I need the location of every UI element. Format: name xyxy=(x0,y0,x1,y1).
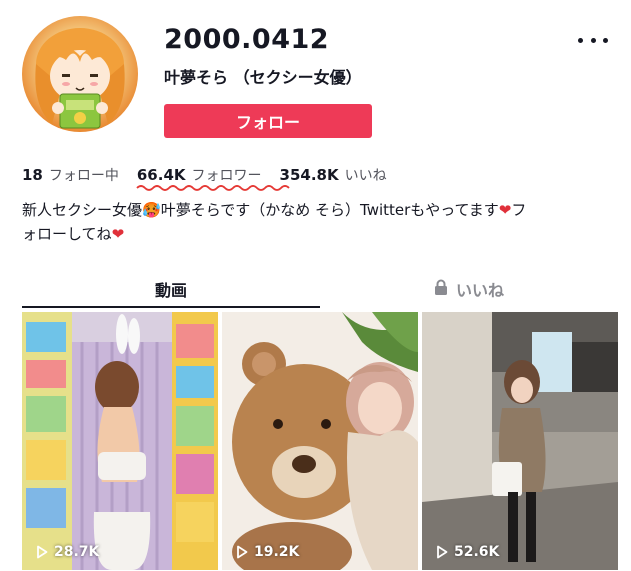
follow-button[interactable]: フォロー xyxy=(164,104,372,138)
bio: 新人セクシー女優🥵叶夢そらです（かなめ そら）Twitterもやってます❤フ ォ… xyxy=(22,198,612,246)
view-count: 52.6K xyxy=(436,544,499,560)
video-thumbnail-image xyxy=(422,312,618,570)
tab-videos[interactable]: 動画 xyxy=(22,268,320,310)
heart-icon: ❤ xyxy=(111,225,125,243)
likes-stat: 354.8K いいね xyxy=(280,165,387,185)
active-tab-indicator xyxy=(22,306,320,308)
play-icon xyxy=(37,545,48,559)
video-thumbnail[interactable]: 19.2K xyxy=(222,312,418,570)
avatar[interactable] xyxy=(22,16,138,132)
play-icon xyxy=(237,545,248,559)
view-count-text: 28.7K xyxy=(54,544,100,560)
more-dot xyxy=(603,37,608,43)
tab-liked[interactable]: いいね xyxy=(320,268,618,310)
bio-text-4: ォローしてね xyxy=(22,225,112,243)
tab-liked-label: いいね xyxy=(455,281,504,300)
bio-text-3: フ xyxy=(511,201,527,219)
content-tabs: 動画 いいね xyxy=(22,268,618,310)
bio-text-1: 新人セクシー女優 xyxy=(22,201,143,219)
view-count: 28.7K xyxy=(36,544,99,560)
bio-text-2: 叶夢そらです（かなめ そら）Twitterもやってます xyxy=(160,201,499,219)
view-count-text: 19.2K xyxy=(254,544,300,560)
view-count-text: 52.6K xyxy=(454,544,500,560)
lock-icon xyxy=(434,279,448,299)
heart-icon: ❤ xyxy=(498,201,512,219)
nickname: 叶夢そら （セクシー女優） xyxy=(164,68,362,87)
followers-label: フォロワー xyxy=(191,168,262,184)
followers-count: 66.4K xyxy=(136,166,186,184)
likes-label: いいね xyxy=(344,168,387,184)
video-grid: 28.7K 19.2K 52.6K xyxy=(22,312,618,570)
video-thumbnail-image xyxy=(22,312,218,570)
play-icon xyxy=(437,545,448,559)
tab-videos-label: 動画 xyxy=(154,281,187,300)
video-thumbnail[interactable]: 28.7K xyxy=(22,312,218,570)
more-dot xyxy=(590,37,596,43)
more-dot xyxy=(578,37,583,43)
profile-stats: 18 フォロー中 66.4K フォロワー 354.8K いいね xyxy=(22,165,405,191)
video-thumbnail[interactable]: 52.6K xyxy=(422,312,618,570)
username: 2000.0412 xyxy=(164,24,330,55)
following-count: 18 xyxy=(22,166,43,184)
squiggle-annotation xyxy=(136,185,290,191)
view-count: 19.2K xyxy=(236,544,299,560)
following-stat[interactable]: 18 フォロー中 xyxy=(22,165,119,185)
video-thumbnail-image xyxy=(222,312,418,570)
more-options-icon[interactable] xyxy=(578,30,608,50)
following-label: フォロー中 xyxy=(48,168,119,184)
followers-stat[interactable]: 66.4K フォロワー xyxy=(136,165,290,191)
hot-face-emoji: 🥵 xyxy=(142,201,161,219)
likes-count: 354.8K xyxy=(279,166,339,184)
